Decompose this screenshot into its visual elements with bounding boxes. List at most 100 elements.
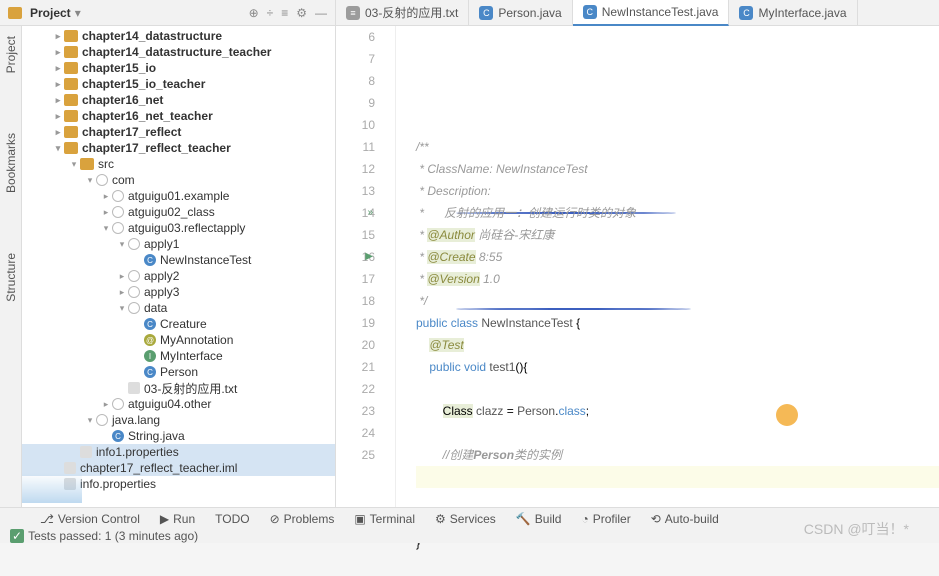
tree-row[interactable]: ▸chapter17_reflect — [22, 124, 335, 140]
header-tool-icon[interactable]: — — [315, 6, 327, 20]
tree-row[interactable]: ▾data — [22, 300, 335, 316]
code-line[interactable]: * Description: — [416, 180, 939, 202]
expand-arrow-icon[interactable]: ▾ — [84, 175, 96, 186]
tree-row[interactable]: ▾com — [22, 172, 335, 188]
tree-row[interactable]: ▸chapter16_net — [22, 92, 335, 108]
tree-row[interactable]: ▾chapter17_reflect_teacher — [22, 140, 335, 156]
header-tool-icon[interactable]: ≡ — [281, 6, 288, 20]
editor-tab[interactable]: CNewInstanceTest.java — [573, 0, 730, 26]
expand-arrow-icon[interactable]: ▾ — [84, 415, 96, 426]
tree-row[interactable]: ▸apply2 — [22, 268, 335, 284]
expand-arrow-icon[interactable]: ▸ — [52, 63, 64, 74]
tool-window-button[interactable]: TODO — [215, 512, 249, 526]
expand-arrow-icon[interactable]: ▸ — [100, 191, 112, 202]
tree-row[interactable]: CPerson — [22, 364, 335, 380]
tool-window-button[interactable]: ◔Profiler — [581, 512, 630, 526]
tree-row[interactable]: CString.java — [22, 428, 335, 444]
tree-row[interactable]: ▸atguigu04.other — [22, 396, 335, 412]
tree-row[interactable]: 03-反射的应用.txt — [22, 380, 335, 396]
tree-row[interactable]: ▸chapter16_net_teacher — [22, 108, 335, 124]
tree-row[interactable]: ▸chapter15_io_teacher — [22, 76, 335, 92]
code-line[interactable]: * @Create 8:55 — [416, 246, 939, 268]
code-line[interactable]: public void test1(){ — [416, 356, 939, 378]
tree-row[interactable]: CNewInstanceTest — [22, 252, 335, 268]
folder-icon — [64, 78, 78, 90]
tree-row[interactable]: @MyAnnotation — [22, 332, 335, 348]
tool-window-button[interactable]: ⟲Auto-build — [651, 512, 719, 526]
project-tree[interactable]: ▸chapter14_datastructure▸chapter14_datas… — [22, 26, 336, 515]
tree-row[interactable]: CCreature — [22, 316, 335, 332]
code-line[interactable]: /** — [416, 136, 939, 158]
code-line[interactable]: //创建Person类的实例 — [416, 444, 939, 466]
line-number: 23 — [336, 400, 375, 422]
tool-icon: 🔨 — [516, 512, 531, 526]
tree-row[interactable]: ▾java.lang — [22, 412, 335, 428]
expand-arrow-icon[interactable]: ▸ — [116, 271, 128, 282]
expand-arrow-icon[interactable]: ▸ — [52, 47, 64, 58]
expand-arrow-icon[interactable]: ▸ — [52, 95, 64, 106]
vert-tab-project[interactable]: Project — [4, 36, 18, 73]
editor-tab[interactable]: CPerson.java — [469, 0, 572, 26]
editor-tab[interactable]: ≡03-反射的应用.txt — [336, 0, 469, 26]
expand-arrow-icon[interactable]: ▾ — [116, 239, 128, 250]
tool-window-button[interactable]: ⊘Problems — [270, 512, 335, 526]
header-tool-icon[interactable]: ÷ — [267, 6, 274, 20]
code-editor[interactable]: 67891011121314»1516▶171819202122232425 /… — [336, 26, 939, 515]
vert-tab-structure[interactable]: Structure — [4, 253, 18, 302]
tree-row[interactable]: ▸apply3 — [22, 284, 335, 300]
tool-window-button[interactable]: 🔨Build — [516, 512, 562, 526]
code-line[interactable]: */ — [416, 290, 939, 312]
tree-row[interactable]: ▸chapter15_io — [22, 60, 335, 76]
code-line[interactable]: * 反射的应用一：创建运行时类的对象 — [416, 202, 939, 224]
expand-arrow-icon[interactable]: ▸ — [52, 31, 64, 42]
code-line[interactable]: Class clazz = Person.class; — [416, 400, 939, 422]
tree-row[interactable]: ▾atguigu03.reflectapply — [22, 220, 335, 236]
expand-arrow-icon[interactable]: ▾ — [52, 143, 64, 154]
tree-row[interactable]: info1.properties — [22, 444, 335, 460]
vert-tab-bookmarks[interactable]: Bookmarks — [4, 133, 18, 193]
expand-arrow-icon[interactable]: ▸ — [116, 287, 128, 298]
tool-icon: ⚙ — [435, 512, 446, 526]
expand-arrow-icon[interactable]: ▾ — [116, 303, 128, 314]
line-number: 22 — [336, 378, 375, 400]
code-area[interactable]: /** * ClassName: NewInstanceTest * Descr… — [396, 26, 939, 515]
expand-arrow-icon[interactable]: ▸ — [52, 79, 64, 90]
editor-tab[interactable]: CMyInterface.java — [729, 0, 857, 26]
code-line[interactable]: * @Version 1.0 — [416, 268, 939, 290]
folder-icon — [64, 46, 78, 58]
expand-arrow-icon[interactable]: ▸ — [52, 111, 64, 122]
expand-arrow-icon[interactable]: ▸ — [100, 399, 112, 410]
tool-window-button[interactable]: ⚙Services — [435, 512, 496, 526]
expand-arrow-icon[interactable]: ▸ — [100, 207, 112, 218]
code-line[interactable] — [416, 378, 939, 400]
expand-arrow-icon[interactable]: ▸ — [52, 127, 64, 138]
expand-arrow-icon[interactable]: ▾ — [68, 159, 80, 170]
code-line[interactable]: public class NewInstanceTest { — [416, 312, 939, 334]
project-dropdown[interactable]: ▾ — [75, 6, 81, 20]
tree-row[interactable]: ▸atguigu02_class — [22, 204, 335, 220]
code-line[interactable]: * @Author 尚硅谷-宋红康 — [416, 224, 939, 246]
code-line[interactable] — [416, 554, 939, 576]
tree-row[interactable]: ▸chapter14_datastructure_teacher — [22, 44, 335, 60]
tree-row[interactable]: ▸atguigu01.example — [22, 188, 335, 204]
pkg-icon — [112, 398, 124, 410]
tree-row[interactable]: ▾src — [22, 156, 335, 172]
tree-row[interactable]: ▾apply1 — [22, 236, 335, 252]
header-tool-icon[interactable]: ⊕ — [249, 6, 259, 20]
header-tool-icon[interactable]: ⚙ — [296, 6, 307, 20]
code-line[interactable]: * ClassName: NewInstanceTest — [416, 158, 939, 180]
code-line[interactable]: @Test — [416, 334, 939, 356]
code-line[interactable] — [416, 422, 939, 444]
tool-label: Auto-build — [665, 512, 719, 526]
project-icon — [8, 7, 22, 19]
run-gutter-icon[interactable]: ▶ — [365, 246, 373, 268]
tree-row[interactable]: ▸chapter14_datastructure — [22, 28, 335, 44]
code-line[interactable] — [416, 466, 939, 488]
tree-row[interactable]: IMyInterface — [22, 348, 335, 364]
run-gutter-icon[interactable]: » — [367, 202, 373, 224]
tab-label: NewInstanceTest.java — [602, 5, 719, 19]
tool-window-button[interactable]: ▶Run — [160, 512, 195, 526]
expand-arrow-icon[interactable]: ▾ — [100, 223, 112, 234]
tool-window-button[interactable]: ▣Terminal — [354, 512, 415, 526]
tool-window-button[interactable]: ⎇Version Control — [40, 512, 140, 526]
